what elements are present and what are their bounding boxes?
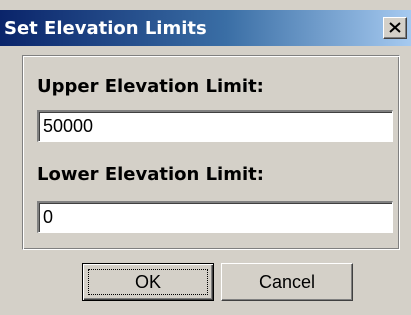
close-icon [389,22,401,33]
ok-button-label: OK [134,272,161,292]
title-bar[interactable]: Set Elevation Limits [0,10,411,46]
lower-elevation-input[interactable]: 0 [37,201,393,233]
close-button[interactable] [383,17,407,39]
upper-elevation-label: Upper Elevation Limit: [37,76,264,97]
set-elevation-limits-dialog: Set Elevation Limits Upper Elevation Lim… [0,0,411,315]
lower-elevation-label: Lower Elevation Limit: [37,164,264,185]
ok-button[interactable]: OK [82,263,214,301]
window-title: Set Elevation Limits [4,18,207,39]
cancel-button-label: Cancel [258,272,316,292]
upper-elevation-input[interactable]: 50000 [37,110,393,142]
cancel-button[interactable]: Cancel [221,263,353,301]
